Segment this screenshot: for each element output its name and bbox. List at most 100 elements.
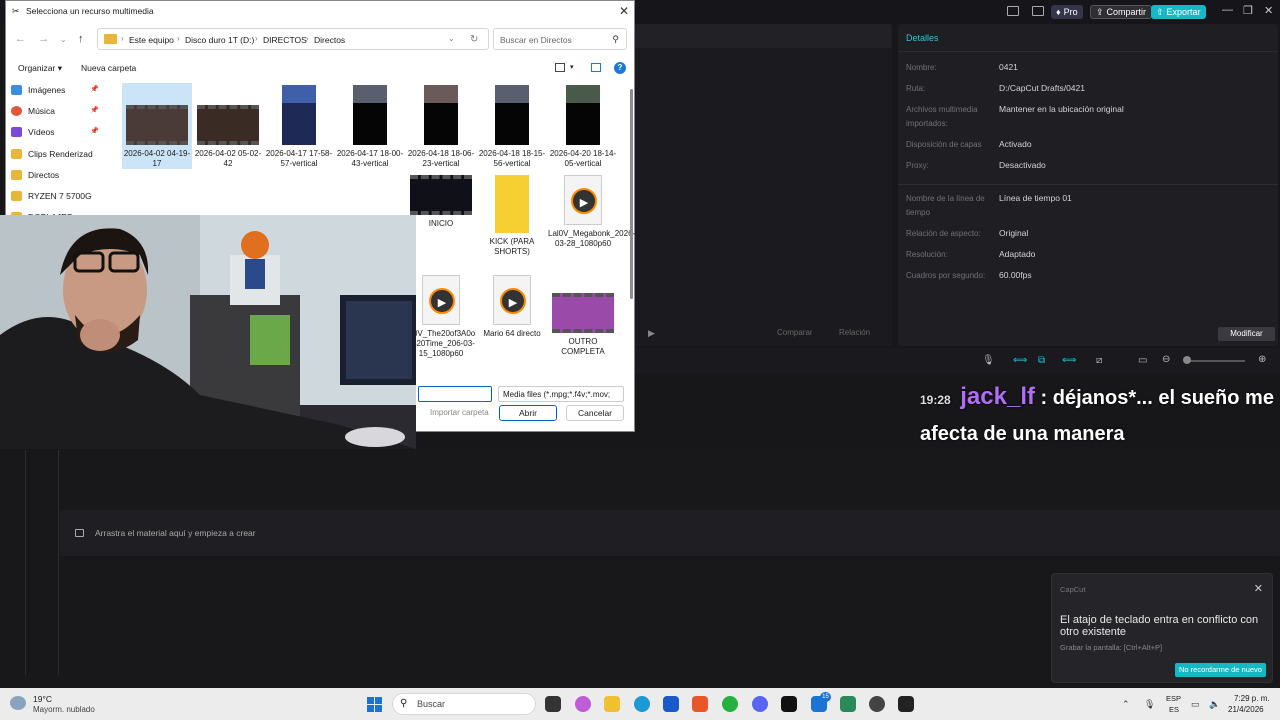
minimize-icon[interactable]: —	[1222, 4, 1233, 16]
preview-pane-icon[interactable]	[591, 63, 601, 72]
scrollbar[interactable]	[630, 89, 633, 299]
detail-value-path: D:/CapCut Drafts/0421	[999, 83, 1085, 93]
refresh-icon[interactable]: ↻	[470, 34, 478, 45]
dont-remind-button[interactable]: No recordarme de nuevo	[1175, 663, 1266, 677]
organize-menu[interactable]: Organizar ▾	[18, 63, 62, 74]
start-icon[interactable]	[367, 697, 382, 712]
capcut-icon[interactable]	[898, 696, 914, 712]
clock-time[interactable]: 7:29 p. m.	[1234, 694, 1270, 703]
breadcrumb-directos[interactable]: Directos	[314, 35, 345, 45]
file-item[interactable]: INICIO	[406, 175, 476, 270]
file-item[interactable]: 2026-04-02 04-19-17	[122, 83, 192, 169]
zoom-slider[interactable]	[1185, 360, 1245, 362]
file-item[interactable]: 2026-04-20 18-14-05-vertical	[548, 83, 618, 169]
layout-icon[interactable]	[1007, 6, 1019, 16]
task-view-icon[interactable]	[545, 696, 561, 712]
file-item[interactable]: ▶ Mario 64 directo	[477, 275, 547, 375]
export-button[interactable]: ⇧ Exportar	[1151, 5, 1206, 19]
file-item[interactable]: 2026-04-17 18-00-43-vertical	[335, 83, 405, 169]
share-button[interactable]: ⇪ Compartir	[1090, 5, 1153, 19]
magnet-icon[interactable]: ⧉	[1038, 355, 1045, 366]
chevron-down-icon[interactable]: ⌄	[448, 34, 455, 43]
folder-icon	[11, 149, 22, 159]
discord-icon[interactable]	[752, 696, 768, 712]
new-folder-button[interactable]: Nueva carpeta	[81, 63, 136, 73]
zoom-slider-knob[interactable]	[1183, 356, 1191, 364]
obs-icon[interactable]	[869, 696, 885, 712]
chevron-up-icon[interactable]: ⌃	[1122, 699, 1130, 710]
volume-icon[interactable]: 🔈	[1209, 699, 1220, 710]
help-icon[interactable]: ?	[614, 62, 626, 74]
nav-item-clips[interactable]: Clips Renderizad	[28, 149, 93, 159]
detail-label-name: Nombre:	[906, 63, 937, 72]
network-icon[interactable]: ▭	[1191, 699, 1200, 710]
split-icon[interactable]: ⧄	[1096, 355, 1102, 366]
breadcrumb-directos-parent[interactable]: DIRECTOS	[263, 35, 307, 45]
file-item[interactable]: 2026-04-18 18-06-23-vertical	[406, 83, 476, 169]
play-icon[interactable]: ▶	[648, 328, 655, 339]
weather-icon[interactable]	[10, 696, 26, 710]
forward-icon[interactable]: →	[38, 33, 49, 45]
zoom-out-icon[interactable]: ⊖	[1162, 354, 1170, 365]
whatsapp-icon[interactable]	[722, 696, 738, 712]
video-thumbnail	[552, 293, 614, 333]
clock-date[interactable]: 21/4/2026	[1228, 705, 1264, 714]
snap-icon[interactable]: ⟺	[1062, 355, 1076, 366]
file-item[interactable]: KICK (PARA SHORTS)	[477, 175, 547, 270]
microphone-icon[interactable]: 🎙	[982, 355, 995, 366]
breadcrumb-drive[interactable]: Disco duro 1T (D:)	[185, 35, 254, 45]
back-icon[interactable]: ←	[15, 33, 26, 45]
brave-icon[interactable]	[692, 696, 708, 712]
close-icon[interactable]: ✕	[1254, 582, 1263, 595]
navigation-pane: Imágenes 📌 Música 📌 Vídeos 📌 Clips Rende…	[6, 81, 104, 222]
weather-desc[interactable]: Mayorm. nublado	[33, 705, 95, 714]
weather-temp[interactable]: 19°C	[33, 694, 52, 704]
maximize-icon[interactable]: ❐	[1243, 4, 1253, 17]
zoom-in-icon[interactable]: ⊕	[1258, 354, 1266, 365]
language-code[interactable]: ESP	[1166, 694, 1181, 703]
detail-label-media: Archivos multimedia importados:	[906, 105, 978, 128]
compare-button[interactable]: Comparar	[777, 328, 813, 337]
edge-icon[interactable]	[634, 696, 650, 712]
address-bar[interactable]: › Este equipo › Disco duro 1T (D:) › DIR…	[97, 28, 489, 50]
tiktok-icon[interactable]	[781, 696, 797, 712]
nav-item-directos[interactable]: Directos	[28, 170, 59, 180]
close-icon[interactable]: ✕	[1264, 4, 1273, 17]
nav-item-ryzen[interactable]: RYZEN 7 5700G	[28, 191, 92, 201]
nav-item-videos[interactable]: Vídeos	[28, 127, 54, 137]
modify-button[interactable]: Modificar	[1218, 327, 1275, 341]
view-icon[interactable]	[555, 63, 565, 72]
open-button[interactable]: Abrir	[499, 405, 557, 421]
file-type-select[interactable]: Media files (*.mpg;*.f4v;*.mov;	[498, 386, 624, 402]
filename-input[interactable]	[418, 386, 492, 402]
file-explorer-icon[interactable]	[604, 696, 620, 712]
file-item[interactable]: ▶ al0V_The20of3A0of%20Time_206-03-15_108…	[406, 275, 476, 375]
up-icon[interactable]: ↑	[78, 33, 84, 45]
link-icon[interactable]: ⟺	[1013, 355, 1027, 366]
notes-icon[interactable]	[840, 696, 856, 712]
preview-icon[interactable]: ▭	[1138, 355, 1147, 366]
copilot-icon[interactable]	[575, 696, 591, 712]
chevron-down-icon[interactable]: ⌄	[60, 35, 67, 44]
taskbar-search[interactable]: ⚲ Buscar	[392, 693, 536, 715]
nav-item-images[interactable]: Imágenes	[28, 85, 65, 95]
shortcuts-icon[interactable]	[1032, 6, 1044, 16]
chevron-down-icon[interactable]: ▾	[570, 63, 574, 71]
breadcrumb-this-pc[interactable]: Este equipo	[129, 35, 174, 45]
search-input[interactable]: Buscar en Directos ⚲	[493, 28, 627, 50]
import-folder-button[interactable]: Importar carpeta	[430, 408, 489, 417]
cancel-button[interactable]: Cancelar	[566, 405, 624, 421]
file-item[interactable]: ▶ Lal0V_Megabonk_2026-03-28_1080p60	[548, 175, 635, 270]
close-icon[interactable]: ✕	[619, 4, 629, 18]
file-item[interactable]: 2026-04-17 17-58-57-vertical	[264, 83, 334, 169]
keyboard-layout[interactable]: ES	[1169, 705, 1179, 714]
details-title: Detalles	[906, 33, 939, 43]
file-item[interactable]: 2026-04-02 05-02-42	[193, 83, 263, 169]
store-icon[interactable]	[663, 696, 679, 712]
file-item[interactable]: OUTRO COMPLETA	[548, 275, 618, 375]
file-item[interactable]: 2026-04-18 18-15-56-vertical	[477, 83, 547, 169]
pro-button[interactable]: ♦ Pro	[1051, 5, 1083, 19]
nav-item-music[interactable]: Música	[28, 106, 55, 116]
ratio-button[interactable]: Relación	[839, 328, 870, 337]
microphone-icon[interactable]: 🎙	[1144, 699, 1155, 710]
